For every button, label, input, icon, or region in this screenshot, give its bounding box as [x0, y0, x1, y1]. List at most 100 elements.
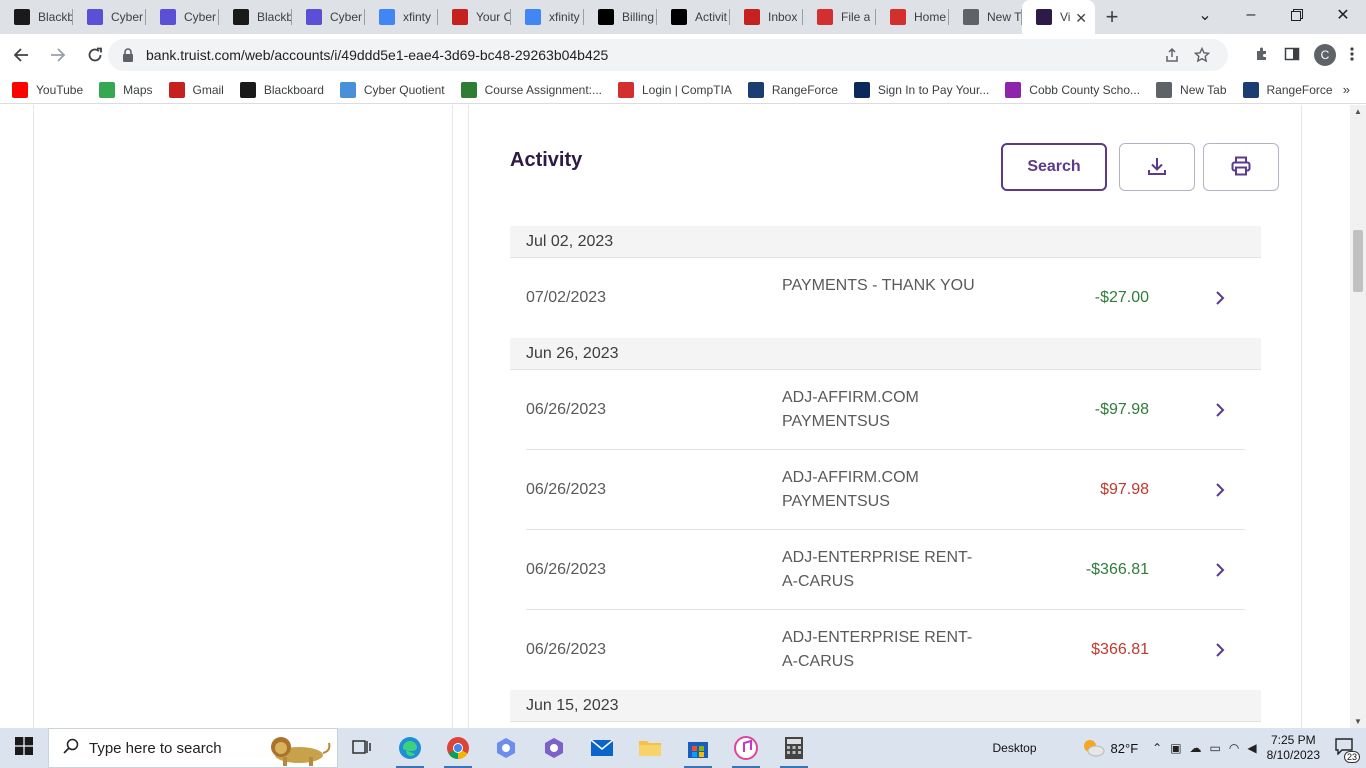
page-scrollbar[interactable]: ▲ ▼	[1350, 105, 1366, 728]
chevron-right-icon[interactable]	[1213, 400, 1227, 420]
browser-tab[interactable]: Cyber	[292, 0, 365, 34]
comptia-icon	[618, 81, 634, 98]
bookmark-label: Login | CompTIA	[642, 82, 732, 97]
forward-icon[interactable]	[42, 39, 74, 71]
meet-now-icon[interactable]: ▣	[1170, 741, 1181, 755]
browser-tab[interactable]: Cyber	[146, 0, 219, 34]
task-view-icon[interactable]	[338, 728, 386, 768]
minimize-icon[interactable]: –	[1228, 0, 1274, 30]
transaction-amount: -$27.00	[1094, 289, 1149, 306]
side-panel-icon[interactable]	[1284, 46, 1300, 65]
browser-tab[interactable]: Blackb	[219, 0, 292, 34]
bookmark-label: YouTube	[36, 82, 84, 97]
new-tab-icon[interactable]: +	[1095, 0, 1129, 34]
search-button[interactable]: Search	[1001, 143, 1107, 191]
bookmark-item[interactable]: YouTube	[12, 81, 84, 98]
x-icon	[598, 9, 614, 25]
tab-title: xfinity	[549, 10, 580, 24]
transaction-row[interactable]: 06/26/2023 ADJ-AFFIRM.COM PAYMENTSUS -$97.…	[526, 370, 1245, 450]
taskbar-search-input[interactable]: Type here to search	[48, 728, 338, 768]
transaction-row[interactable]: 06/26/2023 ADJ-AFFIRM.COM PAYMENTSUS $97.9…	[526, 450, 1245, 530]
store-icon[interactable]	[674, 728, 722, 768]
lion-search-highlight-icon[interactable]	[261, 731, 333, 767]
download-button[interactable]	[1119, 143, 1195, 191]
bookmark-item[interactable]: Course Assignment:...	[460, 81, 602, 98]
transaction-row[interactable]: 06/26/2023 ADJ-ENTERPRISE RENT-A-CARUS -$3…	[526, 530, 1245, 610]
bookmark-item[interactable]: Cobb County Scho...	[1005, 81, 1140, 98]
windows-start-button[interactable]	[0, 728, 48, 768]
transaction-row[interactable]: 07/02/2023 PAYMENTS - THANK YOU -$27.00	[526, 258, 1245, 338]
browser-tab[interactable]: xfinty	[365, 0, 438, 34]
share-icon[interactable]	[1164, 47, 1180, 66]
bookmark-item[interactable]: New Tab	[1156, 81, 1227, 98]
browser-tab[interactable]: Blackb	[0, 0, 73, 34]
chrome-icon[interactable]	[434, 728, 482, 768]
edge-icon[interactable]	[386, 728, 434, 768]
bookmark-item[interactable]: Gmail	[168, 81, 224, 98]
bookmark-item[interactable]: RangeForce	[747, 81, 838, 98]
print-button[interactable]	[1203, 143, 1279, 191]
bookmark-item[interactable]: Sign In to Pay Your...	[853, 81, 989, 98]
scroll-up-icon[interactable]: ▲	[1354, 107, 1362, 116]
browser-tab[interactable]: File a	[803, 0, 876, 34]
teams-icon[interactable]	[530, 728, 578, 768]
battery-icon[interactable]: ▭	[1210, 741, 1221, 755]
itunes-icon[interactable]	[722, 728, 770, 768]
calculator-icon[interactable]	[770, 728, 818, 768]
tab-title: Cyber	[184, 10, 217, 24]
browser-tab[interactable]: New T	[949, 0, 1022, 34]
weather-widget[interactable]: 82°F	[1081, 737, 1139, 760]
browser-tab[interactable]: Activit	[657, 0, 730, 34]
transaction-row[interactable]: 06/26/2023 ADJ-ENTERPRISE RENT-A-CARUS $36…	[526, 610, 1245, 690]
window-close-icon[interactable]: ✕	[1320, 0, 1366, 30]
transaction-description: ADJ-ENTERPRISE RENT-A-CARUS	[782, 549, 973, 590]
taskbar-clock[interactable]: 7:25 PM 8/10/2023	[1267, 733, 1320, 763]
browser-tab[interactable]: Inbox	[730, 0, 803, 34]
bookmarks-overflow-icon[interactable]: »	[1343, 82, 1350, 97]
lock-icon[interactable]	[122, 48, 136, 62]
tab-active[interactable]: Vi ✕	[1022, 0, 1095, 34]
bookmark-item[interactable]: Maps	[99, 81, 153, 98]
bookmark-item[interactable]: Cyber Quotient	[339, 81, 445, 98]
back-icon[interactable]	[5, 39, 37, 71]
taskbar-search-placeholder: Type here to search	[89, 739, 222, 757]
reload-icon[interactable]	[79, 39, 111, 71]
browser-tab[interactable]: xfinity	[511, 0, 584, 34]
page-content: Activity Search Jul 02, 2023 07/02/2023 PA…	[0, 105, 1350, 728]
volume-icon[interactable]: ◀	[1247, 741, 1256, 755]
chevron-right-icon[interactable]	[1213, 640, 1227, 660]
onedrive-cloud-icon[interactable]: ☁	[1190, 741, 1202, 755]
browser-tab[interactable]: Your C	[438, 0, 511, 34]
chevron-right-icon[interactable]	[1213, 480, 1227, 500]
desktop-toolbar-label[interactable]: Desktop	[993, 741, 1037, 755]
file-explorer-icon[interactable]	[626, 728, 674, 768]
bookmark-item[interactable]: Login | CompTIA	[618, 81, 732, 98]
x-icon	[671, 9, 687, 25]
bookmark-item[interactable]: RangeForce	[1242, 81, 1333, 98]
bookmark-star-icon[interactable]	[1193, 46, 1211, 66]
bookmark-item[interactable]: Blackboard	[239, 81, 324, 98]
temperature-text: 82°F	[1110, 740, 1139, 756]
show-hidden-icons-icon[interactable]: ⌃	[1152, 741, 1162, 755]
chevron-right-icon[interactable]	[1213, 288, 1227, 308]
extensions-icon[interactable]	[1254, 46, 1270, 65]
notification-center-icon[interactable]: 23	[1334, 737, 1360, 763]
browser-tab[interactable]: Cyber	[73, 0, 146, 34]
browser-tab[interactable]: Billing	[584, 0, 657, 34]
scroll-down-icon[interactable]: ▼	[1354, 717, 1362, 726]
menu-kebab-icon[interactable]	[1350, 46, 1354, 65]
e-icon	[890, 9, 906, 25]
tab-search-icon[interactable]: ⌄	[1182, 0, 1228, 30]
chevron-right-icon[interactable]	[1213, 560, 1227, 580]
address-bar[interactable]: bank.truist.com/web/accounts/i/49ddd5e1-…	[108, 39, 1228, 71]
maximize-icon[interactable]	[1274, 0, 1320, 30]
wifi-icon[interactable]: ◠	[1229, 741, 1239, 755]
download-icon	[1146, 155, 1168, 180]
copilot-icon[interactable]	[482, 728, 530, 768]
profile-avatar[interactable]: C	[1314, 44, 1336, 66]
scrollbar-thumb[interactable]	[1353, 230, 1363, 292]
tab-close-icon[interactable]: ✕	[1075, 10, 1087, 27]
weather-sun-cloud-icon	[1081, 737, 1105, 760]
browser-tab[interactable]: Home	[876, 0, 949, 34]
mail-icon[interactable]	[578, 728, 626, 768]
